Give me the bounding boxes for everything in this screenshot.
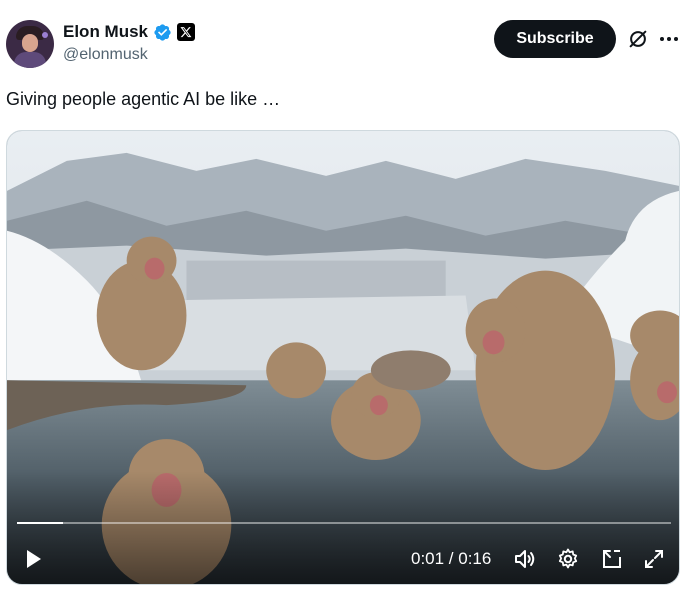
settings-gear-icon[interactable] xyxy=(556,547,580,571)
video-progress-bar[interactable] xyxy=(17,522,671,524)
play-icon[interactable] xyxy=(21,547,45,571)
author-handle[interactable]: @elonmusk xyxy=(63,46,148,64)
video-progress-fill xyxy=(17,522,63,524)
avatar[interactable] xyxy=(6,20,54,68)
picture-in-picture-icon[interactable] xyxy=(600,547,624,571)
volume-icon[interactable] xyxy=(513,547,537,571)
video-player[interactable]: 0:01 / 0:16 xyxy=(6,130,680,585)
more-dots-icon[interactable] xyxy=(658,28,680,50)
video-time-display: 0:01 / 0:16 xyxy=(411,549,492,568)
subscribe-button[interactable]: Subscribe xyxy=(494,20,616,58)
x-logo-icon xyxy=(177,23,196,41)
video-controls: 0:01 / 0:16 xyxy=(7,539,679,579)
post-text: Giving people agentic AI be like … xyxy=(6,89,281,109)
video-frame-snow-monkeys xyxy=(7,131,679,584)
author-display-name[interactable]: Elon Musk xyxy=(63,22,148,42)
fullscreen-icon[interactable] xyxy=(642,547,666,571)
grok-icon[interactable] xyxy=(627,28,649,50)
verified-check-icon[interactable] xyxy=(153,23,172,42)
author-name-row: Elon Musk xyxy=(63,22,196,42)
post: Elon Musk @elonmusk Subscribe Giving peo… xyxy=(0,0,691,593)
